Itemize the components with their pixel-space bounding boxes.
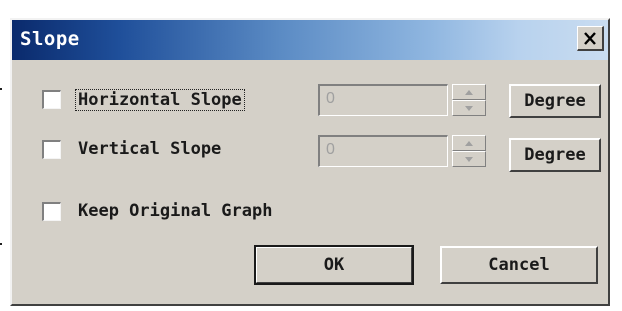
- horizontal-slope-label[interactable]: Horizontal Slope: [75, 89, 245, 111]
- vertical-slope-label[interactable]: Vertical Slope: [78, 139, 221, 159]
- screenshot: Slope Horizontal Slope 0 Degree Vertical…: [0, 0, 622, 311]
- vertical-slope-spinner[interactable]: [452, 135, 486, 167]
- spin-up-arrow-icon: [465, 140, 473, 146]
- ok-button[interactable]: OK: [254, 245, 414, 285]
- horizontal-degree-button[interactable]: Degree: [509, 84, 601, 118]
- vertical-slope-input[interactable]: 0: [318, 135, 448, 167]
- spin-down-arrow-icon: [465, 156, 473, 162]
- horizontal-spin-down-button[interactable]: [452, 100, 486, 116]
- slope-dialog: Slope Horizontal Slope 0 Degree Vertical…: [10, 18, 610, 306]
- horizontal-slope-checkbox[interactable]: [42, 90, 61, 109]
- vertical-spin-up-button[interactable]: [452, 135, 486, 151]
- horizontal-slope-input[interactable]: 0: [318, 84, 448, 116]
- spin-up-arrow-icon: [465, 89, 473, 95]
- vertical-slope-checkbox[interactable]: [42, 140, 61, 159]
- keep-original-graph-checkbox[interactable]: [42, 202, 61, 221]
- edge-mark: [0, 88, 2, 90]
- dialog-title: Slope: [20, 28, 80, 50]
- horizontal-spin-up-button[interactable]: [452, 84, 486, 100]
- close-icon: [584, 31, 596, 45]
- keep-original-graph-label[interactable]: Keep Original Graph: [78, 201, 272, 221]
- spin-down-arrow-icon: [465, 105, 473, 111]
- title-bar[interactable]: Slope: [12, 20, 608, 60]
- vertical-degree-button[interactable]: Degree: [509, 138, 601, 172]
- edge-mark: [0, 243, 2, 245]
- cancel-button[interactable]: Cancel: [440, 246, 598, 284]
- horizontal-slope-spinner[interactable]: [452, 84, 486, 116]
- close-button[interactable]: [577, 26, 604, 51]
- vertical-spin-down-button[interactable]: [452, 151, 486, 167]
